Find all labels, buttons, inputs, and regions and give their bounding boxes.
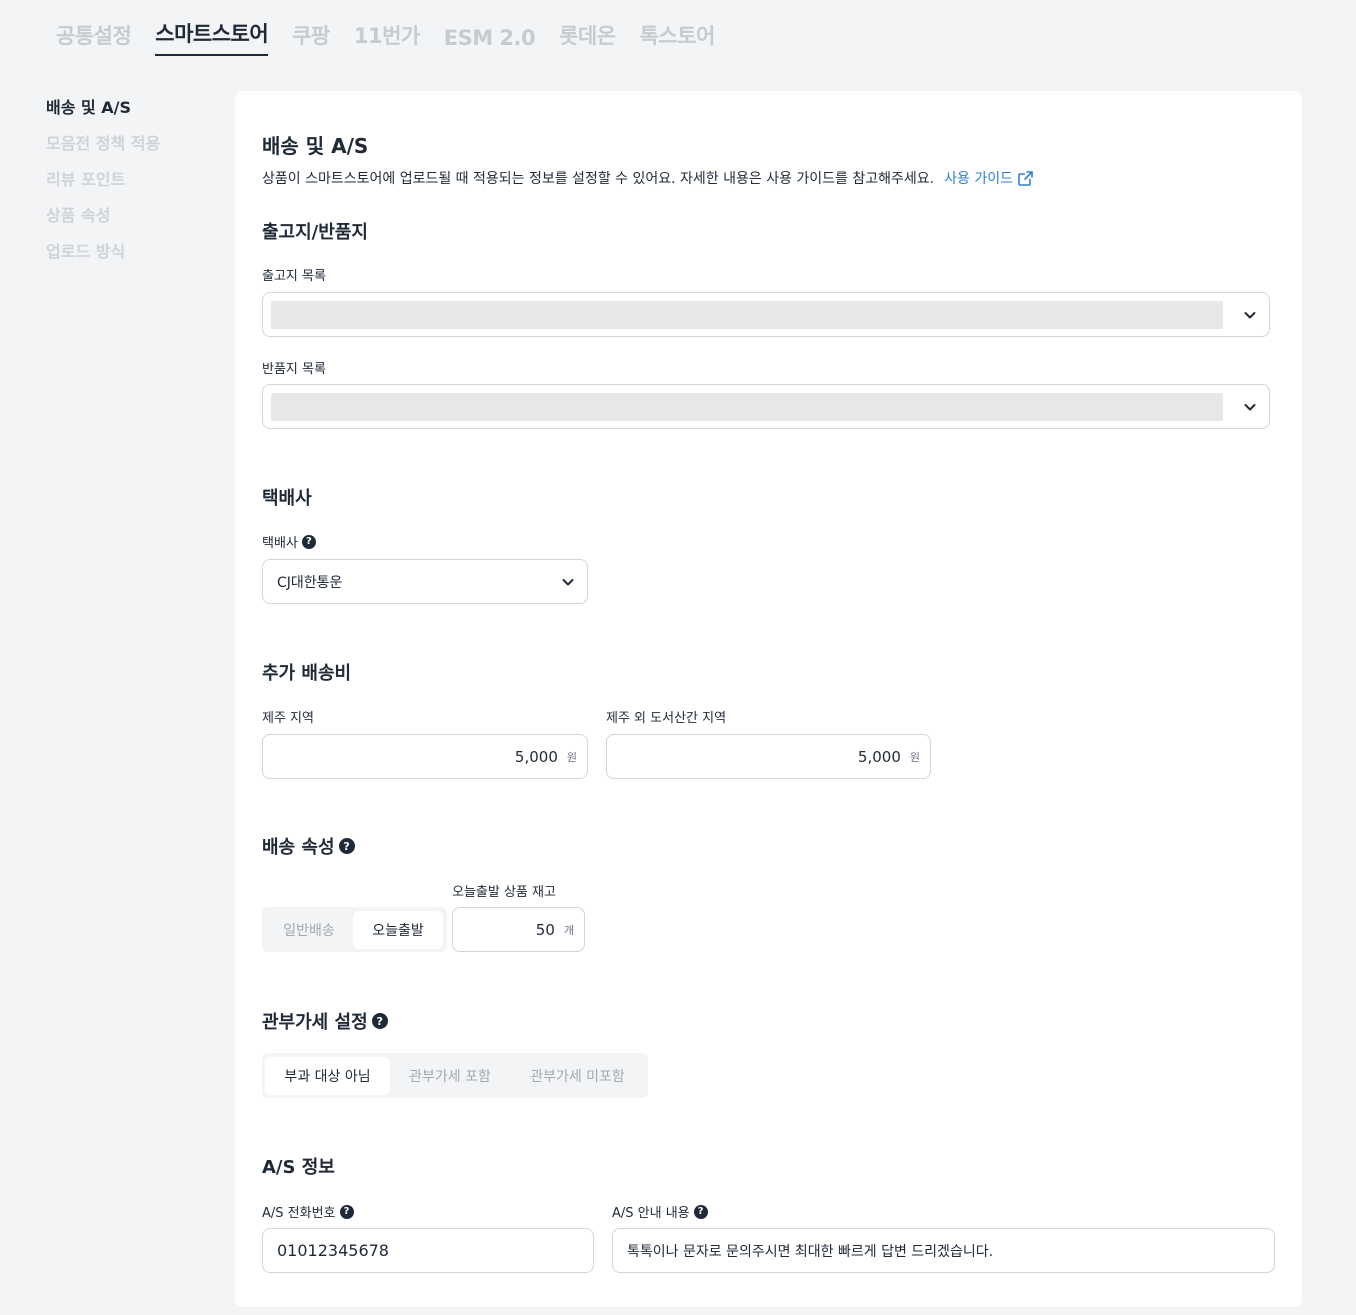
count-unit: 개 [563,923,574,937]
jeju-label: 제주 지역 [262,711,314,726]
release-address-value-blurred [271,300,1223,329]
release-address-select[interactable] [262,292,1270,337]
tab-esm[interactable]: ESM 2.0 [444,26,536,56]
tab-11st[interactable]: 11번가 [354,20,420,56]
as-phone-label: A/S 전화번호 ? [262,1202,354,1221]
as-guide-label: A/S 안내 내용 ? [612,1202,708,1221]
option-normal-shipping[interactable]: 일반배송 [265,911,353,949]
island-label: 제주 외 도서산간 지역 [606,711,727,726]
tab-talkstore[interactable]: 톡스토어 [640,20,716,56]
side-item-shipping-as[interactable]: 배송 및 A/S [46,96,160,132]
won-unit: 원 [566,750,577,764]
warehouse-heading: 출고지/반품지 [262,222,368,243]
question-circle-icon[interactable]: ? [693,1204,708,1219]
side-nav: 배송 및 A/S 모음전 정책 적용 리뷰 포인트 상품 속성 업로드 방식 [46,96,160,276]
settings-card: 배송 및 A/S 상품이 스마트스토어에 업로드될 때 적용되는 정보를 설정할… [235,91,1302,1307]
option-customs-excluded[interactable]: 관부가세 미포함 [510,1057,645,1095]
customs-toggle: 부과 대상 아님 관부가세 포함 관부가세 미포함 [262,1053,648,1098]
as-info-heading: A/S 정보 [262,1157,335,1178]
side-item-bundle-policy[interactable]: 모음전 정책 적용 [46,132,160,168]
customs-heading-text: 관부가세 설정 [262,1012,368,1033]
return-address-select[interactable] [262,384,1270,429]
shipping-attr-heading-text: 배송 속성 [262,837,335,858]
as-guide-label-text: A/S 안내 내용 [612,1206,690,1221]
as-phone-value: 01012345678 [277,1241,389,1260]
jeju-fee-value: 5,000 [514,747,558,766]
today-stock-input[interactable]: 50 개 [452,907,585,952]
as-phone-label-text: A/S 전화번호 [262,1206,336,1221]
side-item-upload-method[interactable]: 업로드 방식 [46,240,160,276]
shipping-attr-toggle: 일반배송 오늘출발 [262,907,447,952]
courier-heading: 택배사 [262,488,312,509]
tab-coupang[interactable]: 쿠팡 [292,20,330,56]
side-item-review-point[interactable]: 리뷰 포인트 [46,168,160,204]
question-circle-icon[interactable]: ? [301,534,316,549]
as-guide-value: 톡톡이나 문자로 문의주시면 최대한 빠르게 답변 드리겠습니다. [627,1243,994,1260]
customs-heading: 관부가세 설정 ? [262,1008,388,1034]
return-list-label: 반품지 목록 [262,362,326,377]
side-item-product-attr[interactable]: 상품 속성 [46,204,160,240]
return-address-value-blurred [271,392,1223,421]
shipping-attr-heading: 배송 속성 ? [262,833,355,859]
chevron-down-icon [562,578,574,585]
won-unit: 원 [909,750,920,764]
chevron-down-icon [1244,311,1256,318]
jeju-fee-input[interactable]: 5,000 원 [262,734,588,779]
page-description: 상품이 스마트스토어에 업로드될 때 적용되는 정보를 설정할 수 있어요. 자… [262,168,1034,188]
courier-label: 택배사 ? [262,532,316,551]
tab-common-settings[interactable]: 공통설정 [56,20,132,56]
courier-label-text: 택배사 [262,536,298,551]
as-guide-input[interactable]: 톡톡이나 문자로 문의주시면 최대한 빠르게 답변 드리겠습니다. [612,1228,1275,1273]
island-fee-value: 5,000 [857,747,901,766]
courier-select[interactable]: CJ대한통운 [262,559,588,604]
today-stock-label: 오늘출발 상품 재고 [452,885,556,900]
courier-select-value: CJ대한통운 [277,574,343,591]
option-today-shipping[interactable]: 오늘출발 [353,910,443,949]
tab-lotteon[interactable]: 롯데온 [559,20,616,56]
today-stock-value: 50 [535,920,555,939]
question-circle-icon[interactable]: ? [371,1013,388,1029]
chevron-down-icon [1244,403,1256,410]
option-not-applicable[interactable]: 부과 대상 아님 [265,1056,390,1095]
as-phone-input[interactable]: 01012345678 [262,1228,594,1273]
question-circle-icon[interactable]: ? [338,838,355,854]
release-list-label: 출고지 목록 [262,269,326,284]
guide-link[interactable]: 사용 가이드 [944,168,1034,188]
top-tab-bar: 공통설정 스마트스토어 쿠팡 11번가 ESM 2.0 롯데온 톡스토어 [56,18,715,56]
option-customs-included[interactable]: 관부가세 포함 [390,1057,510,1095]
page-title: 배송 및 A/S [262,134,369,158]
extra-fee-heading: 추가 배송비 [262,663,352,684]
island-fee-input[interactable]: 5,000 원 [606,734,931,779]
description-text: 상품이 스마트스토어에 업로드될 때 적용되는 정보를 설정할 수 있어요. 자… [262,171,935,187]
guide-link-label: 사용 가이드 [944,171,1013,187]
question-circle-icon[interactable]: ? [339,1204,354,1219]
tab-smartstore[interactable]: 스마트스토어 [155,18,269,56]
external-link-icon [1018,170,1033,186]
